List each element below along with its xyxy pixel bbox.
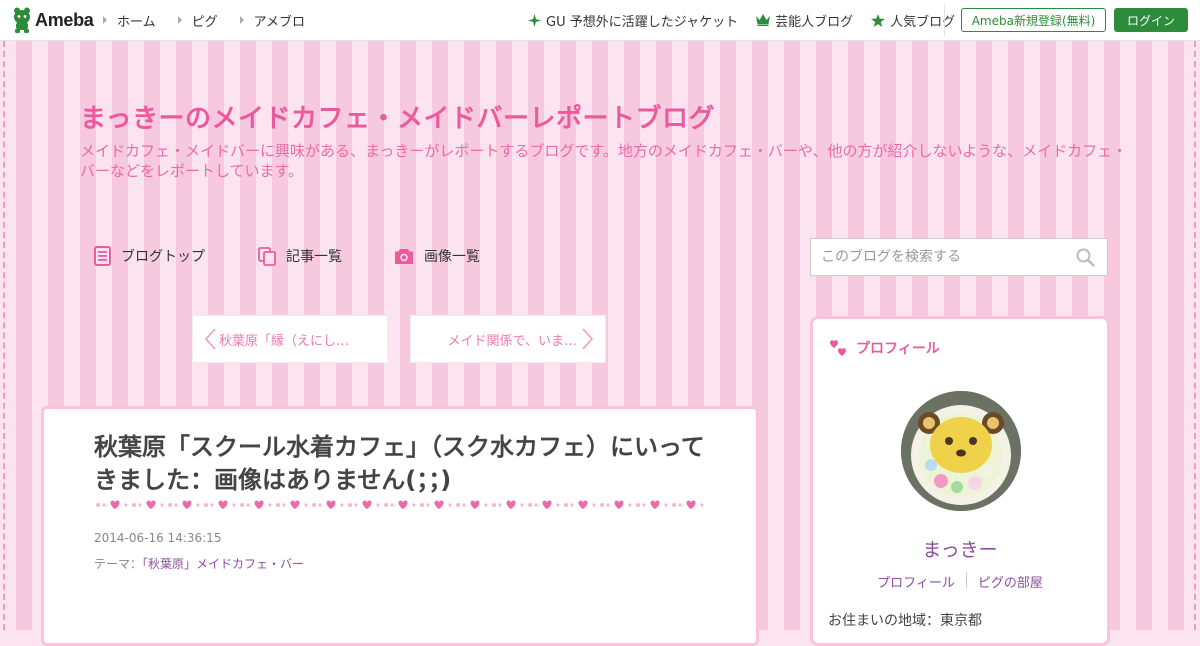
search-icon[interactable] (1076, 248, 1095, 271)
article-theme-prefix: テーマ： (94, 557, 143, 571)
blog-nav-images-label: 画像一覧 (424, 249, 480, 265)
blog-nav-top[interactable]: ブログトップ (94, 246, 205, 266)
profile-card: プロフィール まっきー プロフィール ピグの部屋 お住まいの地域：東京都 (810, 316, 1110, 646)
logo-text: Ameba (35, 9, 94, 30)
nav-home-label: ホーム (117, 14, 156, 30)
promo-gu-jacket[interactable]: GU 予想外に活躍したジャケット (528, 11, 738, 30)
entries-list-icon (258, 246, 276, 266)
chevron-right-icon (239, 16, 244, 24)
ameba-mascot-icon (14, 7, 30, 33)
blog-nav-top-label: ブログトップ (121, 249, 205, 265)
blog-title[interactable]: まっきーのメイドカフェ・メイドバーレポートブログ (80, 98, 715, 135)
promo-nav: GU 予想外に活躍したジャケット 芸能人ブログ 人気ブログ (528, 0, 973, 40)
avatar[interactable] (901, 391, 1021, 511)
profile-name[interactable]: まっきー (813, 535, 1107, 562)
login-button[interactable]: ログイン (1114, 8, 1188, 32)
profile-links: プロフィール ピグの部屋 (813, 572, 1107, 591)
chevron-left-icon (204, 328, 216, 350)
nav-pigg-label: ピグ (191, 14, 218, 30)
promo-popular-blogs[interactable]: 人気ブログ (871, 11, 955, 30)
skin-border-right (1194, 41, 1196, 630)
nav-home[interactable]: ホーム (103, 11, 156, 30)
promo-celebrity-label: 芸能人ブログ (775, 14, 854, 30)
nav-ameblo[interactable]: アメブロ (239, 11, 305, 30)
top-nav: ホーム ピグ アメブロ (103, 0, 327, 40)
blog-nav-images[interactable]: 画像一覧 (394, 246, 480, 266)
prev-entry-link[interactable]: 秋葉原「縁（えにし… (192, 315, 388, 363)
next-entry-link[interactable]: メイド関係で、いま… (410, 315, 606, 363)
promo-gu-label: GU 予想外に活躍したジャケット (546, 14, 739, 30)
ameba-header: Ameba ホーム ピグ アメブロ GU 予想外に活躍したジャケット 芸能人ブロ… (0, 0, 1200, 41)
blog-description: メイドカフェ・メイドバーに興味がある、まっきーがレポートするブログです。地方のメ… (80, 142, 1128, 180)
link-divider (965, 572, 967, 588)
chevron-right-icon (582, 328, 594, 350)
header-divider (944, 5, 945, 36)
article-theme: テーマ：「秋葉原」メイドカフェ・バー (94, 555, 304, 572)
blog-nav-entries-label: 記事一覧 (286, 249, 342, 265)
nav-pigg[interactable]: ピグ (177, 11, 218, 30)
heart-divider (96, 500, 704, 509)
ameba-logo[interactable]: Ameba (12, 6, 94, 34)
promo-celebrity-blogs[interactable]: 芸能人ブログ (756, 11, 853, 30)
hearts-icon (830, 340, 846, 356)
article-date: 2014-06-16 14:36:15 (94, 531, 222, 545)
pigg-room-link[interactable]: ピグの部屋 (978, 572, 1043, 591)
profile-region: お住まいの地域：東京都 (828, 613, 982, 629)
article-title[interactable]: 秋葉原「スクール水着カフェ」（スク水カフェ）にいってきました：画像はありません(… (94, 431, 724, 497)
profile-heading: プロフィール (829, 338, 940, 358)
blog-search-input[interactable] (811, 239, 1091, 275)
star-icon (871, 13, 886, 27)
prev-entry-title: 秋葉原「縁（えにし… (219, 333, 350, 349)
sparkle-icon (528, 13, 541, 27)
blog-search (810, 238, 1108, 276)
article-card: 秋葉原「スクール水着カフェ」（スク水カフェ）にいってきました：画像はありません(… (41, 406, 759, 646)
document-icon (94, 246, 111, 266)
skin-border-left (3, 41, 5, 630)
chevron-right-icon (103, 16, 107, 24)
blog-nav-entries[interactable]: 記事一覧 (258, 246, 342, 266)
profile-heading-label: プロフィール (856, 341, 940, 357)
profile-link[interactable]: プロフィール (877, 572, 955, 591)
crown-icon (756, 14, 771, 26)
nav-ameblo-label: アメブロ (253, 14, 305, 30)
next-entry-title: メイド関係で、いま… (447, 333, 577, 349)
register-button[interactable]: Ameba新規登録(無料) (961, 8, 1106, 32)
chevron-right-icon (177, 16, 182, 24)
promo-popular-label: 人気ブログ (890, 14, 956, 30)
article-theme-link[interactable]: 「秋葉原」メイドカフェ・バー (142, 557, 304, 571)
camera-icon (395, 248, 413, 264)
